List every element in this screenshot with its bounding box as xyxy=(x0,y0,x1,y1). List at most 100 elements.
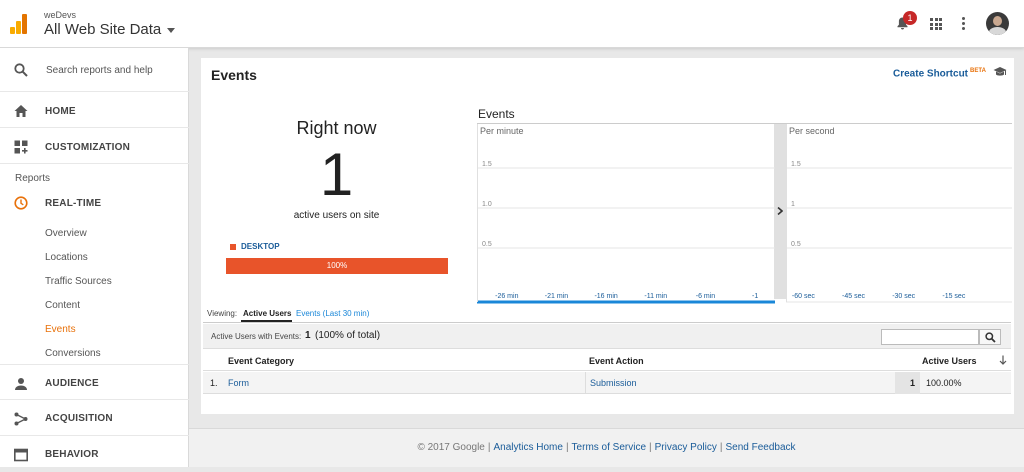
sidebar-item-label: REAL-TIME xyxy=(45,198,102,209)
active-users-value: 1 xyxy=(909,378,915,388)
chevron-right-icon xyxy=(777,207,783,215)
y-tick-label: 1 xyxy=(791,201,795,208)
notification-badge: 1 xyxy=(903,11,917,25)
desktop-legend-swatch xyxy=(230,244,236,250)
y-tick-label: 0.5 xyxy=(482,241,492,248)
column-header-active-users[interactable]: Active Users xyxy=(922,356,977,366)
footer: © 2017 Google | Analytics Home | Terms of Se… xyxy=(189,428,1024,467)
y-tick-label: 1.5 xyxy=(482,161,492,168)
sidebar-item-label: HOME xyxy=(45,106,76,117)
graduation-cap-icon[interactable] xyxy=(993,66,1007,78)
viewing-divider xyxy=(203,322,1011,323)
sidebar-item-customization[interactable]: CUSTOMIZATION xyxy=(0,128,189,164)
x-tick-label: -1 xyxy=(752,293,758,300)
footer-link-privacy[interactable]: Privacy Policy xyxy=(655,442,717,453)
sidebar-subitem-traffic-sources[interactable]: Traffic Sources xyxy=(45,276,112,287)
x-tick-label: -6 min xyxy=(696,293,716,300)
device-progress-label: 100% xyxy=(326,261,348,270)
events-chart-title: Events xyxy=(478,107,515,121)
table-header-row: Event Category Event Action Active Users xyxy=(203,351,1011,371)
property-selector[interactable]: All Web Site Data xyxy=(44,21,176,38)
sidebar-item-label: CUSTOMIZATION xyxy=(45,142,131,153)
reports-heading: Reports xyxy=(15,173,51,184)
sidebar-subitem-overview[interactable]: Overview xyxy=(45,228,87,239)
sidebar-item-acquisition[interactable]: ACQUISITION xyxy=(0,400,189,436)
caret-down-icon xyxy=(167,27,176,33)
y-tick-label: 1.0 xyxy=(482,201,492,208)
y-tick-label: 1.5 xyxy=(791,161,801,168)
row-index: 1. xyxy=(210,378,218,388)
search-reports[interactable]: Search reports and help xyxy=(0,48,189,92)
sidebar-item-label: AUDIENCE xyxy=(45,378,99,389)
summary-pct: (100% of total) xyxy=(315,330,381,341)
search-icon xyxy=(14,63,28,77)
summary-value: 1 xyxy=(305,330,311,341)
desktop-legend-label: DESKTOP xyxy=(241,242,280,251)
chart-splitter[interactable] xyxy=(774,124,786,299)
more-vert-icon[interactable] xyxy=(962,17,965,30)
clock-icon xyxy=(14,196,28,210)
sidebar-item-realtime[interactable]: REAL-TIME xyxy=(0,188,189,218)
account-name: weDevs xyxy=(44,10,77,20)
x-tick-label: -45 sec xyxy=(842,293,865,300)
table-row: 1. Form Submission 1 100.00% xyxy=(203,372,1011,394)
analytics-logo-icon xyxy=(10,14,28,34)
active-users-pct: 100.00% xyxy=(926,378,962,388)
y-tick-label: 0.5 xyxy=(791,241,801,248)
footer-link-analytics-home[interactable]: Analytics Home xyxy=(493,442,562,453)
sidebar-item-label: ACQUISITION xyxy=(45,413,113,424)
x-tick-label: -16 min xyxy=(594,293,617,300)
device-progress-track: 100% xyxy=(226,258,448,274)
x-tick-label: -60 sec xyxy=(792,293,815,300)
per-second-chart: 1.5 1 0.5 -60 sec -45 sec -30 sec -15 sec xyxy=(786,124,1012,303)
sidebar-subitem-locations[interactable]: Locations xyxy=(45,252,88,263)
acquisition-icon xyxy=(14,412,28,426)
viewing-label: Viewing: xyxy=(207,309,238,318)
event-action-link[interactable]: Submission xyxy=(590,378,637,388)
sort-down-arrow-icon[interactable] xyxy=(999,355,1007,365)
property-name: All Web Site Data xyxy=(44,21,162,38)
event-category-link[interactable]: Form xyxy=(228,378,249,388)
sidebar-subitem-content[interactable]: Content xyxy=(45,300,80,311)
behavior-icon xyxy=(14,448,28,462)
tab-active-users[interactable]: Active Users xyxy=(243,309,291,318)
active-users-caption: active users on site xyxy=(293,210,380,221)
cell-divider xyxy=(585,372,586,394)
per-minute-chart: 1.5 1.0 0.5 -26 min -21 min -16 min -11 min -6 … xyxy=(477,124,775,304)
right-now-label: Right now xyxy=(296,118,377,138)
sidebar: Search reports and help HOME CUSTOMIZATI… xyxy=(0,48,189,467)
top-bar: weDevs All Web Site Data 1 xyxy=(0,0,1024,48)
sidebar-item-audience[interactable]: AUDIENCE xyxy=(0,364,189,400)
column-header-event-category[interactable]: Event Category xyxy=(228,356,294,366)
x-tick-label: -30 sec xyxy=(892,293,915,300)
create-shortcut-link[interactable]: Create Shortcut BETA xyxy=(893,68,986,79)
create-shortcut-label: Create Shortcut xyxy=(893,68,969,80)
footer-link-terms[interactable]: Terms of Service xyxy=(572,442,646,453)
x-tick-label: -26 min xyxy=(495,293,518,300)
x-tick-label: -15 sec xyxy=(942,293,965,300)
sidebar-item-home[interactable]: HOME xyxy=(0,92,189,128)
main-panel: Events Create Shortcut BETA Right now 1 a… xyxy=(201,58,1014,414)
sidebar-item-label: BEHAVIOR xyxy=(45,449,99,460)
person-icon xyxy=(15,378,27,390)
sidebar-subitem-events[interactable]: Events xyxy=(45,324,76,335)
tab-events-last-30[interactable]: Events (Last 30 min) xyxy=(296,309,369,318)
footer-link-feedback[interactable]: Send Feedback xyxy=(725,442,795,453)
column-header-event-action[interactable]: Event Action xyxy=(589,356,644,366)
footer-copyright: © 2017 Google xyxy=(417,442,485,453)
table-search-input[interactable] xyxy=(881,329,979,345)
page-title: Events xyxy=(211,67,257,83)
table-search-button[interactable] xyxy=(979,329,1001,345)
active-users-count: 1 xyxy=(319,141,354,208)
x-tick-label: -21 min xyxy=(545,293,568,300)
x-tick-label: -11 min xyxy=(644,293,667,300)
home-icon xyxy=(14,105,28,117)
summary-label: Active Users with Events: xyxy=(211,332,302,341)
avatar[interactable] xyxy=(986,12,1009,35)
sidebar-subitem-conversions[interactable]: Conversions xyxy=(45,348,101,359)
search-icon xyxy=(985,332,996,343)
summary-bar: Active Users with Events: 1 (100% of tot… xyxy=(203,324,1011,349)
apps-grid-icon[interactable] xyxy=(930,18,942,30)
dashboard-add-icon xyxy=(14,140,28,154)
search-placeholder: Search reports and help xyxy=(46,65,153,76)
